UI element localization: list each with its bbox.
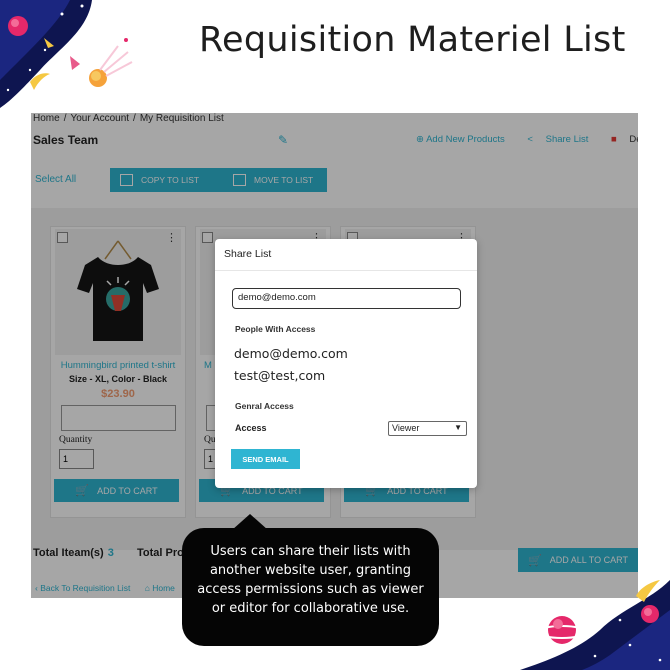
share-list-modal: Share List demo@demo.com People With Acc… — [215, 239, 477, 488]
space-illustration-top-left — [0, 0, 133, 108]
access-person: test@test,com — [234, 368, 326, 383]
modal-title: Share List — [224, 248, 272, 260]
general-access-label: Genral Access — [235, 401, 294, 411]
email-input[interactable]: demo@demo.com — [232, 288, 461, 309]
page-heading: Requisition Materiel List — [199, 20, 626, 60]
people-with-access-label: People With Access — [235, 324, 316, 334]
chevron-down-icon: ▼ — [454, 423, 462, 432]
access-label: Access — [235, 423, 267, 433]
page: Requisition Materiel List Home / Your Acco… — [0, 0, 670, 670]
access-select[interactable]: Viewer ▼ — [388, 421, 467, 436]
access-select-value: Viewer — [392, 423, 420, 433]
space-illustration-bottom-right — [520, 580, 670, 670]
access-person: demo@demo.com — [234, 346, 348, 361]
callout-text: Users can share their lists with another… — [197, 544, 424, 616]
send-email-button[interactable]: SEND EMAIL — [231, 449, 300, 469]
modal-divider — [215, 270, 477, 271]
